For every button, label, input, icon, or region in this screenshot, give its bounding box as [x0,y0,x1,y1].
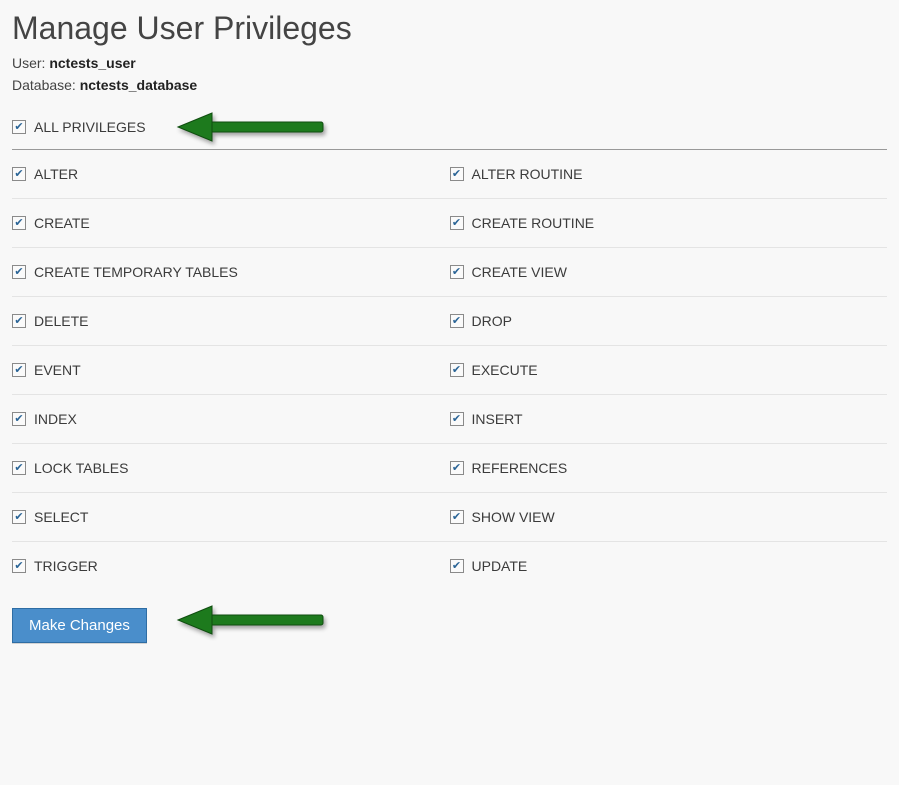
privilege-label: ALTER ROUTINE [472,166,583,182]
privilege-cell: ✔ ALTER [12,150,450,199]
privilege-cell: ✔ LOCK TABLES [12,444,450,493]
privilege-checkbox[interactable]: ✔ [12,216,26,230]
privilege-cell: ✔ CREATE VIEW [450,248,888,297]
privilege-checkbox[interactable]: ✔ [450,461,464,475]
privilege-cell: ✔ CREATE ROUTINE [450,199,888,248]
privilege-cell: ✔ CREATE TEMPORARY TABLES [12,248,450,297]
privilege-cell: ✔ DELETE [12,297,450,346]
privilege-cell: ✔ CREATE [12,199,450,248]
privilege-checkbox[interactable]: ✔ [12,510,26,524]
privilege-checkbox[interactable]: ✔ [12,461,26,475]
privilege-checkbox[interactable]: ✔ [12,412,26,426]
privilege-cell: ✔ SELECT [12,493,450,542]
annotation-arrow-icon [172,109,332,148]
privilege-cell: ✔ ALTER ROUTINE [450,150,888,199]
privilege-label: CREATE VIEW [472,264,567,280]
user-value: nctests_user [49,55,135,71]
privilege-label: EVENT [34,362,81,378]
make-changes-button[interactable]: Make Changes [12,608,147,643]
all-privileges-row: ✔ ALL PRIVILEGES [12,111,887,150]
privilege-checkbox[interactable]: ✔ [12,559,26,573]
privilege-label: CREATE TEMPORARY TABLES [34,264,238,280]
privilege-label: TRIGGER [34,558,98,574]
privilege-cell: ✔ UPDATE [450,542,888,590]
privilege-cell: ✔ REFERENCES [450,444,888,493]
privilege-label: EXECUTE [472,362,538,378]
privilege-label: REFERENCES [472,460,568,476]
privilege-label: ALTER [34,166,78,182]
privilege-label: DELETE [34,313,88,329]
privilege-checkbox[interactable]: ✔ [12,167,26,181]
privilege-checkbox[interactable]: ✔ [12,314,26,328]
user-label: User: [12,55,45,71]
database-label: Database: [12,77,76,93]
privilege-label: UPDATE [472,558,528,574]
privilege-checkbox[interactable]: ✔ [450,265,464,279]
user-line: User: nctests_user [12,55,887,71]
privilege-label: INSERT [472,411,523,427]
privilege-checkbox[interactable]: ✔ [450,363,464,377]
all-privileges-label: ALL PRIVILEGES [34,119,146,135]
privilege-label: LOCK TABLES [34,460,128,476]
privilege-checkbox[interactable]: ✔ [450,559,464,573]
privilege-checkbox[interactable]: ✔ [12,265,26,279]
privilege-cell: ✔ EXECUTE [450,346,888,395]
privilege-checkbox[interactable]: ✔ [450,412,464,426]
annotation-arrow-icon [172,602,332,641]
all-privileges-checkbox[interactable]: ✔ [12,120,26,134]
privilege-cell: ✔ EVENT [12,346,450,395]
privilege-label: CREATE ROUTINE [472,215,595,231]
database-value: nctests_database [80,77,198,93]
privilege-label: INDEX [34,411,77,427]
privilege-checkbox[interactable]: ✔ [450,167,464,181]
privilege-cell: ✔ TRIGGER [12,542,450,590]
privilege-cell: ✔ INSERT [450,395,888,444]
privilege-grid: ✔ ALTER ✔ ALTER ROUTINE ✔ CREATE ✔ CREATE ROUTI… [12,150,887,590]
privilege-label: CREATE [34,215,90,231]
privilege-checkbox[interactable]: ✔ [450,216,464,230]
privilege-label: DROP [472,313,512,329]
privilege-checkbox[interactable]: ✔ [12,363,26,377]
privilege-cell: ✔ INDEX [12,395,450,444]
privilege-label: SHOW VIEW [472,509,555,525]
database-line: Database: nctests_database [12,77,887,93]
privilege-checkbox[interactable]: ✔ [450,314,464,328]
privilege-label: SELECT [34,509,88,525]
privilege-checkbox[interactable]: ✔ [450,510,464,524]
privilege-cell: ✔ DROP [450,297,888,346]
page-title: Manage User Privileges [12,10,887,47]
privilege-cell: ✔ SHOW VIEW [450,493,888,542]
